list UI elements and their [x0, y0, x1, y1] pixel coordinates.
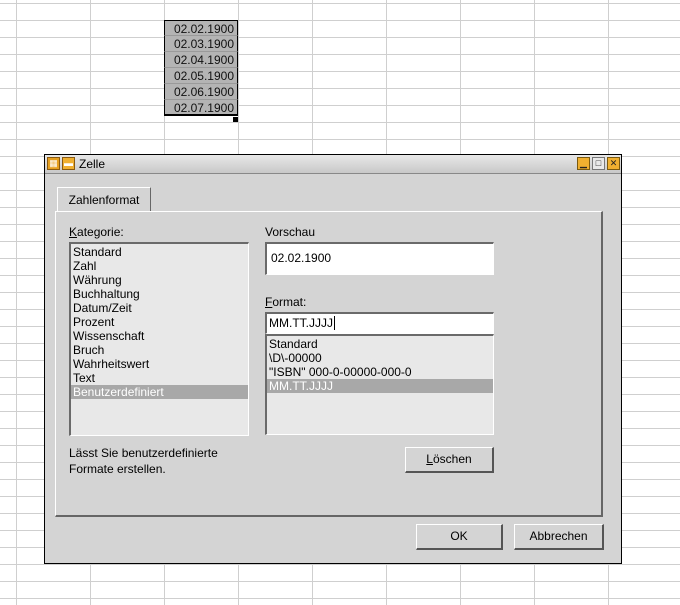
list-item[interactable]: \D\-00000 — [267, 351, 493, 365]
format-input-value: MM.TT.JJJJ — [269, 316, 333, 330]
spreadsheet-cell[interactable]: 02.02.1900 — [164, 20, 238, 36]
spreadsheet-cell[interactable]: 02.04.1900 — [164, 52, 238, 68]
list-item[interactable]: Text — [71, 371, 248, 385]
spreadsheet-cell[interactable]: 02.05.1900 — [164, 68, 238, 84]
list-item[interactable]: Zahl — [71, 259, 248, 273]
list-item[interactable]: Wissenschaft — [71, 329, 248, 343]
close-icon[interactable]: ✕ — [607, 157, 620, 170]
selected-cell-range[interactable]: 02.02.1900 02.03.1900 02.04.1900 02.05.1… — [164, 20, 238, 116]
shade-icon[interactable]: ▬ — [62, 157, 75, 170]
format-input[interactable]: MM.TT.JJJJ — [265, 312, 494, 334]
dialog-title: Zelle — [79, 157, 106, 171]
list-item-selected[interactable]: Benutzerdefiniert — [71, 385, 248, 399]
list-item[interactable]: Bruch — [71, 343, 248, 357]
list-item-selected[interactable]: MM.TT.JJJJ — [267, 379, 493, 393]
cancel-button[interactable]: Abbrechen — [514, 524, 604, 550]
list-item[interactable]: Prozent — [71, 315, 248, 329]
category-label: Kategorie: — [69, 225, 124, 239]
delete-button[interactable]: Löschen — [405, 447, 494, 473]
preview-label: Vorschau — [265, 225, 316, 239]
list-item[interactable]: Buchhaltung — [71, 287, 248, 301]
list-item[interactable]: Wahrheitswert — [71, 357, 248, 371]
format-label-rest: ormat: — [272, 295, 307, 309]
list-item[interactable]: "ISBN" 000-0-00000-000-0 — [267, 365, 493, 379]
minimize-icon[interactable]: ▁ — [577, 157, 590, 170]
category-list[interactable]: Standard Zahl Währung Buchhaltung Datum/… — [69, 242, 249, 436]
list-item[interactable]: Standard — [71, 245, 248, 259]
cell-format-dialog: ▦ ▬ Zelle ▁ □ ✕ Zahlenformat Kategorie: … — [44, 154, 622, 564]
category-description: Lässt Sie benutzerdefinierte Formate ers… — [69, 446, 218, 476]
dialog-titlebar[interactable]: ▦ ▬ Zelle ▁ □ ✕ — [45, 155, 621, 174]
preview-field: 02.02.1900 — [265, 242, 494, 275]
ok-button[interactable]: OK — [416, 524, 503, 550]
spreadsheet-cell[interactable]: 02.06.1900 — [164, 84, 238, 100]
delete-button-rest: öschen — [432, 452, 472, 466]
spreadsheet-cell[interactable]: 02.07.1900 — [164, 100, 238, 116]
tab-number-format[interactable]: Zahlenformat — [57, 187, 151, 211]
list-item[interactable]: Währung — [71, 273, 248, 287]
list-item[interactable]: Standard — [267, 337, 493, 351]
fill-handle[interactable] — [233, 117, 238, 122]
format-list[interactable]: Standard \D\-00000 "ISBN" 000-0-00000-00… — [265, 334, 494, 435]
list-item[interactable]: Datum/Zeit — [71, 301, 248, 315]
format-label: Format: — [265, 295, 307, 309]
menu-icon[interactable]: ▦ — [47, 157, 60, 170]
spreadsheet-cell[interactable]: 02.03.1900 — [164, 36, 238, 52]
text-cursor — [334, 316, 335, 330]
maximize-icon[interactable]: □ — [592, 157, 605, 170]
category-label-rest: ategorie: — [77, 225, 124, 239]
